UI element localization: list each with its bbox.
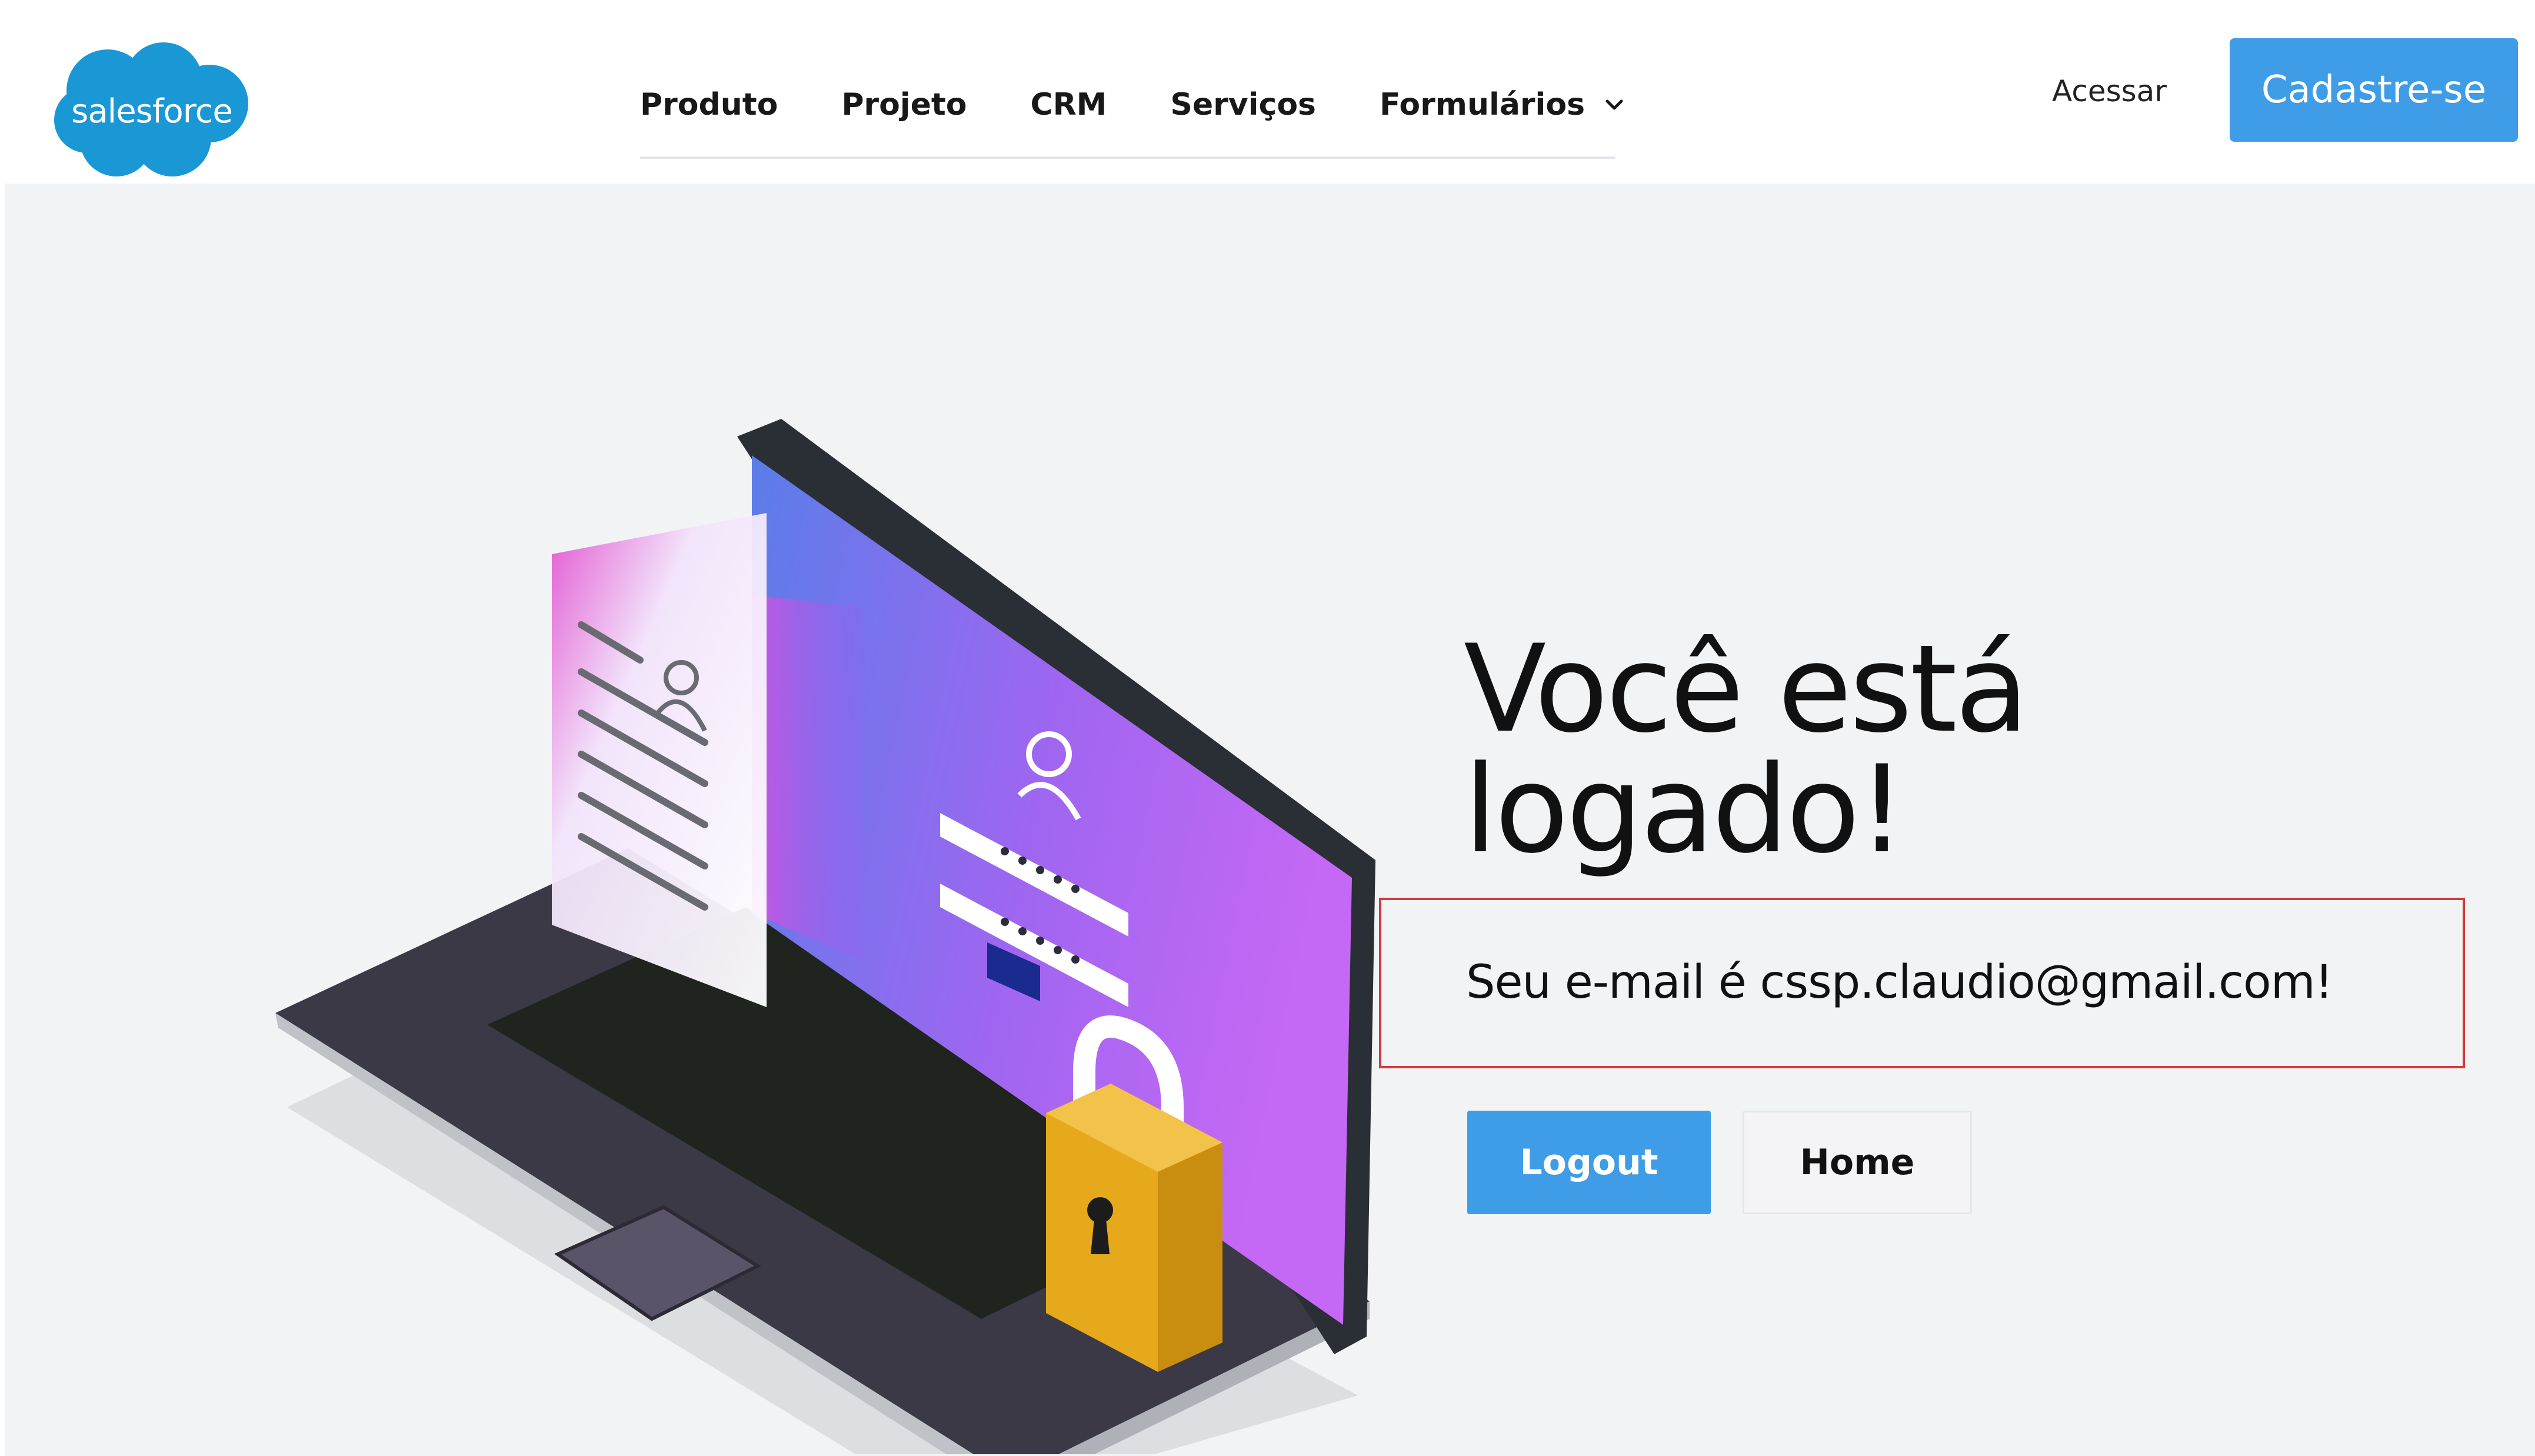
laptop-login-lock-illustration xyxy=(264,301,1440,1454)
logout-button[interactable]: Logout xyxy=(1467,1111,1711,1214)
nav-item-servicos[interactable]: Serviços xyxy=(1170,87,1316,122)
salesforce-logo[interactable]: salesforce xyxy=(52,39,252,180)
logo-wordmark: salesforce xyxy=(71,92,233,131)
page-title-line2: logado! xyxy=(1464,740,1906,880)
laptop-illustration-icon xyxy=(275,419,1375,1454)
main-content: Você está logado! Seu e-mail é cssp.clau… xyxy=(5,184,2535,1456)
nav-item-produto[interactable]: Produto xyxy=(640,87,778,122)
login-link[interactable]: Acessar xyxy=(2052,68,2167,115)
nav-item-formularios-label: Formulários xyxy=(1380,87,1585,122)
email-message: Seu e-mail é cssp.claudio@gmail.com! xyxy=(1466,956,2333,1009)
main-nav: Produto Projeto CRM Serviços Formulários xyxy=(640,53,1623,159)
nav-item-formularios[interactable]: Formulários xyxy=(1380,87,1626,122)
page-title: Você está logado! xyxy=(1464,629,2228,871)
chevron-down-icon xyxy=(1605,99,1623,110)
nav-item-projeto[interactable]: Projeto xyxy=(841,87,967,122)
signup-button[interactable]: Cadastre-se xyxy=(2230,38,2518,142)
nav-item-crm[interactable]: CRM xyxy=(1030,87,1107,122)
top-header: salesforce Produto Projeto CRM Serviços … xyxy=(0,0,2535,184)
page-title-line1: Você está xyxy=(1464,619,2029,759)
home-button[interactable]: Home xyxy=(1743,1111,1972,1214)
